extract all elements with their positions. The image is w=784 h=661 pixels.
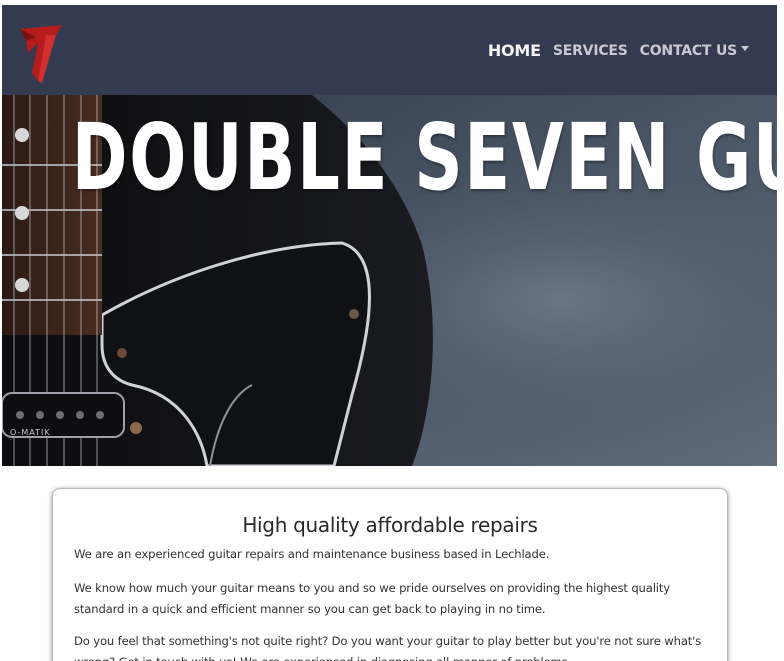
intro-paragraph-1: We are an experienced guitar repairs and… [74, 547, 550, 561]
intro-paragraph-2: We know how much your guitar means to yo… [74, 581, 670, 616]
caret-down-icon [741, 46, 749, 51]
nav-home-link[interactable]: HOME [488, 41, 541, 60]
nav-contact-label: CONTACT US [639, 42, 738, 59]
hero-title: DOUBLE SEVEN GUITARS [71, 105, 777, 212]
intro-card: High quality affordable repairs We are a… [52, 488, 728, 661]
page: HOME SERVICES CONTACT US O-MATIK DOUBLE … [0, 0, 784, 661]
hero-banner: O-MATIK DOUBLE SEVEN GUITARS [2, 95, 777, 466]
nav-services-link[interactable]: SERVICES [553, 43, 628, 59]
logo-icon[interactable] [16, 23, 66, 85]
scroll-gutter [777, 0, 784, 661]
nav-contact-dropdown[interactable]: CONTACT US [640, 43, 749, 59]
nav-links: HOME SERVICES CONTACT US [488, 41, 749, 60]
intro-paragraph-3: Do you feel that something's not quite r… [74, 634, 702, 661]
pickup-label: O-MATIK [10, 428, 51, 437]
navbar: HOME SERVICES CONTACT US [2, 5, 777, 95]
page-heading: High quality affordable repairs [242, 513, 538, 537]
